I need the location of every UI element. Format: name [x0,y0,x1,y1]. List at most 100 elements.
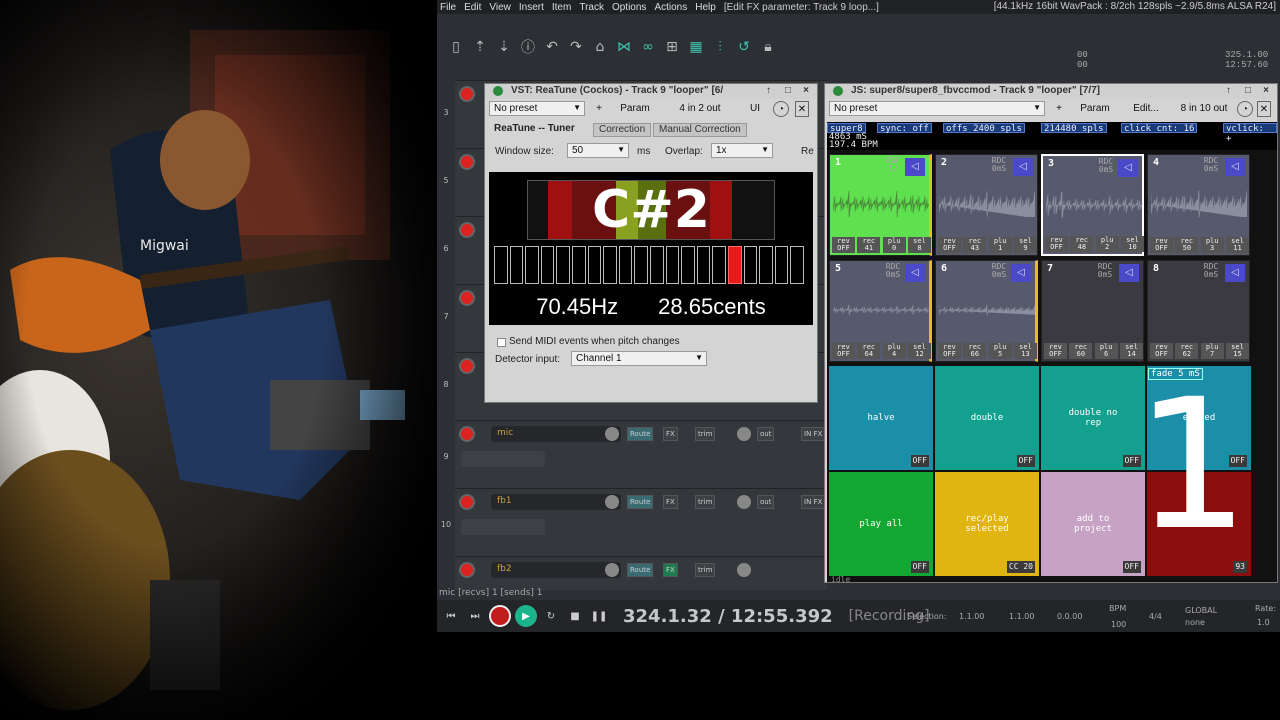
loop-control-rec[interactable]: rec 66 [963,343,987,359]
menu-options[interactable]: Options [612,2,646,13]
metronome-icon[interactable]: ⌂ [589,36,611,58]
bypass-icon[interactable]: ✕ [1257,101,1271,117]
loop-control-rec[interactable]: rec 41 [857,237,881,253]
preset-select[interactable]: No preset ▼ [489,101,585,116]
item-grouping-icon[interactable]: ∞ [637,36,659,58]
record-arm-button[interactable] [459,86,475,102]
project-settings-icon[interactable]: ⓘ [517,36,539,58]
input-fx-button[interactable]: IN FX [801,495,826,509]
stop-button[interactable]: ■ [565,606,585,626]
loop-control-rev[interactable]: rev OFF [1150,343,1173,359]
loop-control-rec[interactable]: rec 64 [857,343,881,359]
loop-control-sel[interactable]: sel 14 [1119,343,1143,359]
volume-knob[interactable] [605,495,619,509]
record-arm-button[interactable] [459,426,475,442]
fx-button[interactable]: FX [663,495,678,509]
snap-icon[interactable]: ▦ [685,36,707,58]
menu-track[interactable]: Track [579,2,604,13]
loop-slot-8[interactable]: 8 RDC 0mS ◁ rev OFF rec 62 plu 7 sel 15 [1147,260,1250,362]
add-preset-button[interactable]: + [1049,101,1069,117]
reatune-title-bar[interactable]: VST: ReaTune (Cockos) - Track 9 "looper"… [485,84,817,99]
bypass-icon[interactable]: ✕ [795,101,809,117]
close-icon[interactable]: × [1263,85,1269,96]
menu-insert[interactable]: Insert [519,2,544,13]
time-signature[interactable]: 4/4 [1149,612,1162,621]
wet-knob-icon[interactable]: ◔ [773,101,789,117]
selection-end[interactable]: 1.1.00 [1009,612,1034,621]
loop-slot-2[interactable]: 2 RDC 0mS ◁ rev OFF rec 43 plu 1 sel 9 [935,154,1038,256]
close-icon[interactable]: × [803,85,809,96]
window-size-select[interactable]: 50 ▼ [567,143,629,158]
play-button[interactable]: ▶ [515,605,537,627]
ui-button[interactable]: UI [743,101,767,117]
selection-start[interactable]: 1.1.00 [959,612,984,621]
preset-select[interactable]: No preset ▼ [829,101,1045,116]
loop-control-rev[interactable]: rev OFF [938,237,961,253]
speaker-icon[interactable]: ◁ [1225,158,1245,176]
loop-control-rev[interactable]: rev OFF [1044,343,1067,359]
output-button[interactable]: out [757,427,775,441]
action-button-1[interactable]: halve OFF [829,366,933,470]
lock-icon[interactable]: 🔒︎ [757,36,779,58]
speaker-icon[interactable]: ◁ [905,158,925,176]
speaker-icon[interactable]: ◁ [1119,264,1139,282]
loop-control-sel[interactable]: sel 13 [1013,343,1037,359]
loop-control-sel[interactable]: sel 11 [1225,237,1249,253]
loop-control-sel[interactable]: sel 8 [907,237,931,253]
trim-button[interactable]: trim [695,495,716,509]
loop-control-rec[interactable]: rec 48 [1070,236,1094,252]
volume-knob[interactable] [605,563,619,577]
menu-view[interactable]: View [489,2,511,13]
envelope-lock-icon[interactable]: ⫶ [709,36,731,58]
length-value[interactable]: 214480 spls [1041,123,1107,134]
loop-control-sel[interactable]: sel 12 [907,343,931,359]
trim-button[interactable]: trim [695,563,716,577]
action-button-7[interactable]: add to project OFF [1041,472,1145,576]
edit-button[interactable]: Edit... [1123,101,1169,117]
maximize-icon[interactable]: □ [1245,85,1251,96]
loop-control-rec[interactable]: rec 60 [1069,343,1093,359]
track-lane[interactable] [461,519,545,535]
loop-control-plu[interactable]: plu 6 [1094,343,1118,359]
action-button-3[interactable]: double no rep OFF [1041,366,1145,470]
loop-control-rev[interactable]: rev OFF [938,343,961,359]
loop-control-plu[interactable]: plu 3 [1200,237,1224,253]
loop-control-plu[interactable]: plu 5 [988,343,1012,359]
time-display[interactable]: 324.1.32 / 12:55.392 [623,606,833,627]
loop-control-sel[interactable]: sel 15 [1225,343,1249,359]
rate-value[interactable]: 1.0 [1257,618,1270,627]
loop-slot-4[interactable]: 4 RDC 0mS ◁ rev OFF rec 50 plu 3 sel 11 [1147,154,1250,256]
track-name[interactable]: fb2 [491,562,621,578]
go-to-start-icon[interactable]: ⏮︎ [441,606,461,626]
detector-input-select[interactable]: Channel 1 ▼ [571,351,707,366]
route-button[interactable]: Route [627,427,654,441]
record-arm-button[interactable] [459,358,475,374]
selection-length[interactable]: 0.0.00 [1057,612,1082,621]
loop-control-rev[interactable]: rev OFF [832,237,855,253]
global-value[interactable]: none [1185,618,1205,627]
track-row-mic[interactable]: mic Route FX trim out IN FX [455,420,827,488]
overlap-select[interactable]: 1x ▼ [711,143,773,158]
pin-icon[interactable]: ↑ [766,85,771,96]
pin-icon[interactable]: ↑ [1226,85,1231,96]
maximize-icon[interactable]: □ [785,85,791,96]
bpm-value[interactable]: 100 [1111,620,1126,629]
route-button[interactable]: Route [627,563,654,577]
audio-info[interactable]: [44.1kHz 16bit WavPack : 8/2ch 128spls ~… [994,1,1276,12]
go-to-end-icon[interactable]: ⏭︎ [465,606,485,626]
save-project-icon[interactable]: ⇣ [493,36,515,58]
loop-slot-7[interactable]: 7 RDC 0mS ◁ rev OFF rec 60 plu 6 sel 14 [1041,260,1144,362]
io-button[interactable]: 4 in 2 out [665,101,735,117]
repeat-icon[interactable]: ↻ [541,606,561,626]
offset-value[interactable]: offs 2400 spls [943,123,1025,134]
wet-knob-icon[interactable]: ◔ [1237,101,1253,117]
speaker-icon[interactable]: ◁ [1118,159,1138,177]
speaker-icon[interactable]: ◁ [1011,264,1031,282]
open-project-icon[interactable]: ⇡ [469,36,491,58]
loop-slot-6[interactable]: 6 RDC 0mS ◁ rev OFF rec 66 plu 5 sel 13 [935,260,1038,362]
timeline-ruler[interactable]: 00 00 [1077,50,1088,70]
loop-control-plu[interactable]: plu 0 [882,237,906,253]
menu-file[interactable]: File [440,2,456,13]
io-button[interactable]: 8 in 10 out [1173,101,1235,117]
auto-crossfade-icon[interactable]: ↺ [733,36,755,58]
